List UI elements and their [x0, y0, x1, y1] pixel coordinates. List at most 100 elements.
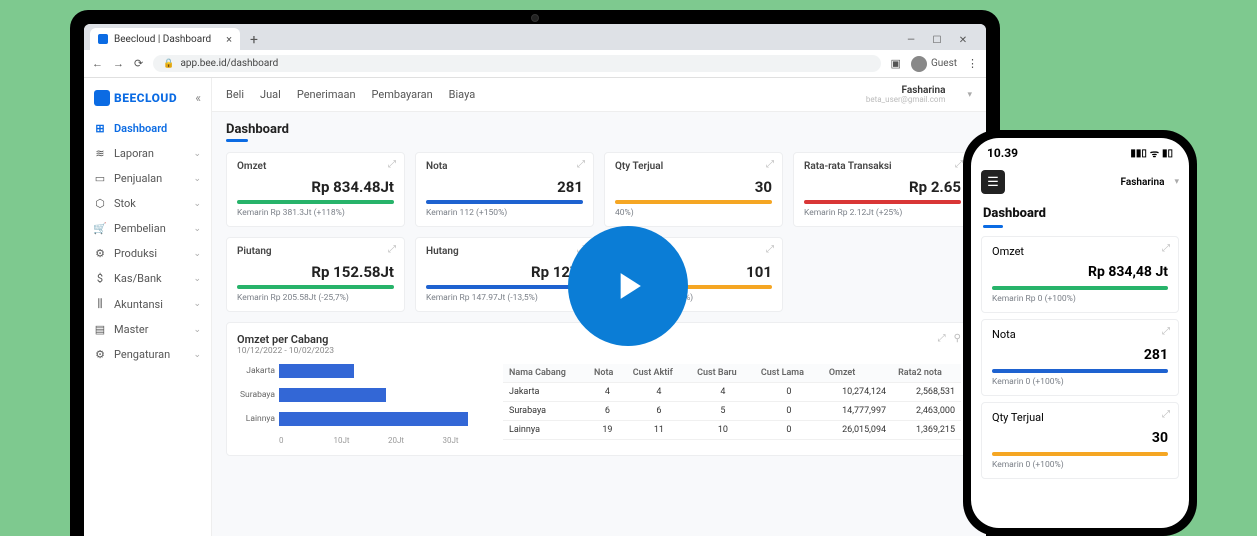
reload-icon[interactable]: ⟳ [134, 57, 143, 70]
expand-icon[interactable]: ⤢ [1162, 326, 1170, 337]
table-header[interactable]: Cust Aktif [627, 364, 691, 383]
sidebar-item-pembelian[interactable]: 🛒Pembelian⌄ [84, 216, 211, 241]
card-value: 281 [992, 347, 1168, 363]
menu-icon[interactable]: ⋮ [967, 57, 978, 70]
new-tab-button[interactable]: + [244, 30, 264, 50]
table-cell: 4 [588, 383, 627, 402]
table-header[interactable]: Omzet [823, 364, 892, 383]
expand-icon[interactable]: ⤢ [766, 159, 774, 170]
menu-button[interactable]: ☰ [981, 170, 1005, 194]
nav-icon: ⚙ [94, 247, 106, 260]
topnav-penerimaan[interactable]: Penerimaan [297, 88, 356, 101]
nav-icon: ▭ [94, 172, 106, 185]
chevron-down-icon: ⌄ [193, 249, 201, 259]
brand-name: BEECLOUD [114, 91, 177, 105]
expand-icon[interactable]: ⤢ [766, 244, 774, 255]
topnav-jual[interactable]: Jual [260, 88, 281, 101]
table-cell: 5 [691, 402, 755, 421]
card-value: Rp 152.58Jt [237, 263, 394, 281]
sidebar-item-dashboard[interactable]: ⊞Dashboard [84, 116, 211, 141]
progress-bar [426, 285, 583, 289]
table-row[interactable]: Lainnya191110026,015,0941,369,215 [503, 421, 961, 440]
phone-page-title: Dashboard [971, 200, 1189, 223]
close-tab-icon[interactable]: × [226, 33, 232, 46]
brand[interactable]: BEECLOUD « [84, 84, 211, 116]
card-value: Rp 2.65 [804, 178, 961, 196]
chevron-down-icon: ⌄ [193, 325, 201, 335]
expand-icon[interactable]: ⤢ [388, 244, 396, 255]
user-menu[interactable]: Fasharina beta_user@gmail.com [866, 85, 946, 105]
table-header[interactable]: Cust Lama [755, 364, 823, 383]
table-header[interactable]: Cust Baru [691, 364, 755, 383]
expand-icon[interactable]: ⤢ [955, 159, 963, 170]
laptop-screen: Beecloud | Dashboard × + — ☐ ✕ ← → ⟳ 🔒 a… [84, 24, 986, 536]
close-window-icon[interactable]: ✕ [954, 35, 972, 46]
stat-card: Nota⤢281Kemarin 112 (+150%) [415, 152, 594, 227]
chevron-down-icon: ⌄ [193, 274, 201, 284]
table-cell: 10 [691, 421, 755, 440]
expand-icon[interactable]: ⤢ [938, 333, 946, 344]
sidebar-item-master[interactable]: ▤Master⌄ [84, 317, 211, 342]
table-cell: 6 [588, 402, 627, 421]
card-value: 281 [426, 178, 583, 196]
maximize-icon[interactable]: ☐ [928, 35, 946, 46]
card-value: Rp 834,48 Jt [992, 264, 1168, 280]
minimize-icon[interactable]: — [902, 35, 920, 46]
sidebar-item-produksi[interactable]: ⚙Produksi⌄ [84, 241, 211, 266]
topnav-beli[interactable]: Beli [226, 88, 244, 101]
table-cell: 14,777,997 [823, 402, 892, 421]
table-cell: 4 [691, 383, 755, 402]
table-cell: 0 [755, 402, 823, 421]
battery-icon: ▮▯ [1162, 148, 1173, 159]
table-row[interactable]: Surabaya665014,777,9972,463,000 [503, 402, 961, 421]
chevron-down-icon: ⌄ [193, 174, 201, 184]
collapse-sidebar-icon[interactable]: « [195, 91, 201, 105]
chevron-down-icon: ⌄ [193, 350, 201, 360]
app-root: BEECLOUD « ⊞Dashboard≋Laporan⌄▭Penjualan… [84, 78, 986, 536]
table-header[interactable]: Nota [588, 364, 627, 383]
back-icon[interactable]: ← [92, 57, 103, 70]
expand-icon[interactable]: ⤢ [1162, 409, 1170, 420]
topnav-pembayaran[interactable]: Pembayaran [372, 88, 433, 101]
phone-user-name[interactable]: Fasharina [1121, 177, 1165, 188]
card-value: 30 [615, 178, 772, 196]
avatar-icon [911, 56, 927, 72]
sidebar-item-stok[interactable]: ⬡Stok⌄ [84, 191, 211, 216]
expand-icon[interactable]: ⤢ [388, 159, 396, 170]
sidebar-item-laporan[interactable]: ≋Laporan⌄ [84, 141, 211, 166]
table-row[interactable]: Jakarta444010,274,1242,568,531 [503, 383, 961, 402]
phone-frame: 10.39 ▮▮▯ ᯤ ▮▯ ☰ Fasharina ▾ Dashboard O… [963, 130, 1197, 536]
forward-icon[interactable]: → [113, 57, 124, 70]
phone-header: ☰ Fasharina ▾ [971, 164, 1189, 200]
card-prev: Kemarin 0 (+100%) [992, 377, 1168, 387]
sidebar-item-kas/bank[interactable]: $Kas/Bank⌄ [84, 266, 211, 291]
url-field[interactable]: 🔒 app.bee.id/dashboard [153, 55, 880, 72]
profile-chip[interactable]: Guest [911, 56, 957, 72]
chart-category: Surabaya [237, 390, 279, 400]
sidebar-item-pengaturan[interactable]: ⚙Pengaturan⌄ [84, 342, 211, 367]
chevron-down-icon[interactable]: ▾ [1174, 177, 1179, 187]
table-header[interactable]: Rata2 nota [892, 364, 961, 383]
chevron-down-icon[interactable]: ▾ [967, 90, 972, 100]
card-prev: Kemarin Rp 147.97Jt (-13,5%) [426, 293, 583, 303]
data-table: Nama CabangNotaCust AktifCust BaruCust L… [503, 364, 961, 445]
expand-icon[interactable]: ⤢ [1162, 243, 1170, 254]
extension-icon[interactable]: ▣ [891, 57, 901, 70]
table-header[interactable]: Nama Cabang [503, 364, 588, 383]
sidebar-item-akuntansi[interactable]: ⫼Akuntansi⌄ [84, 291, 211, 317]
table-cell: Lainnya [503, 421, 588, 440]
chart-bar-row: Jakarta [237, 364, 497, 378]
phone-stat-card: Qty Terjual⤢30Kemarin 0 (+100%) [981, 402, 1179, 479]
play-video-button[interactable] [568, 226, 688, 346]
guest-label: Guest [931, 58, 957, 69]
browser-tab[interactable]: Beecloud | Dashboard × [90, 28, 240, 50]
stat-card: Qty Terjual⤢3040%) [604, 152, 783, 227]
expand-icon[interactable]: ⤢ [577, 159, 585, 170]
card-label: Omzet [992, 245, 1168, 258]
topnav-biaya[interactable]: Biaya [449, 88, 476, 101]
progress-bar [426, 200, 583, 204]
filter-icon[interactable]: ⚲ [954, 333, 961, 344]
stat-card: Omzet⤢Rp 834.48JtKemarin Rp 381.3Jt (+11… [226, 152, 405, 227]
browser-addressbar: ← → ⟳ 🔒 app.bee.id/dashboard ▣ Guest ⋮ [84, 50, 986, 78]
sidebar-item-penjualan[interactable]: ▭Penjualan⌄ [84, 166, 211, 191]
